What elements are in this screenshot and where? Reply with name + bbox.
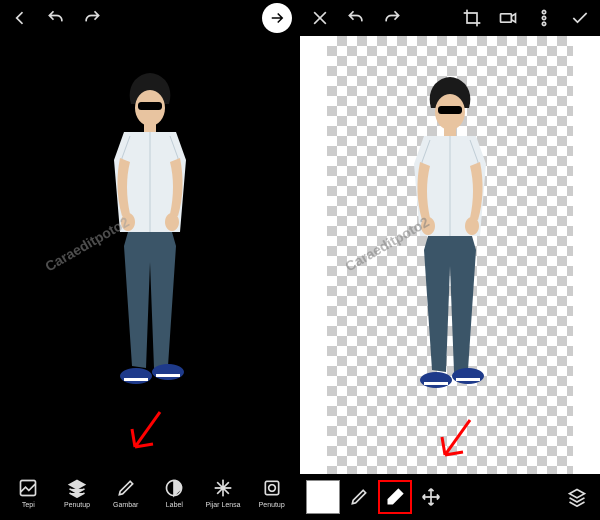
tool-label: Tepi bbox=[22, 502, 35, 509]
tool-brush[interactable] bbox=[342, 480, 376, 514]
next-button[interactable] bbox=[262, 3, 292, 33]
person-cutout bbox=[80, 72, 220, 412]
tool-label: Penutup bbox=[259, 502, 285, 509]
tool-move[interactable] bbox=[414, 480, 448, 514]
tool-tepi[interactable]: Tepi bbox=[4, 477, 53, 509]
brush-icon bbox=[115, 477, 137, 499]
tool-penutup-2[interactable]: Penutup bbox=[247, 477, 296, 509]
mask-icon bbox=[261, 477, 283, 499]
tool-label[interactable]: Label bbox=[150, 477, 199, 509]
person-cutout bbox=[380, 76, 520, 416]
topbar-left bbox=[0, 0, 300, 36]
tool-background[interactable] bbox=[306, 480, 340, 514]
confirm-icon[interactable] bbox=[568, 6, 592, 30]
tool-label: Gambar bbox=[113, 502, 138, 509]
back-icon[interactable] bbox=[8, 6, 32, 30]
tool-penutup[interactable]: Penutup bbox=[53, 477, 102, 509]
lens-flare-icon bbox=[212, 477, 234, 499]
tool-layers[interactable] bbox=[560, 480, 594, 514]
sticker-circle-icon bbox=[163, 477, 185, 499]
editor-pane-left: Caraeditpoto2 Tepi Penutup Gambar Label … bbox=[0, 0, 300, 520]
tool-gambar[interactable]: Gambar bbox=[101, 477, 150, 509]
crop-icon[interactable] bbox=[460, 6, 484, 30]
editor-pane-right: Caraeditpoto2 bbox=[300, 0, 600, 520]
undo-icon[interactable] bbox=[44, 6, 68, 30]
close-icon[interactable] bbox=[308, 6, 332, 30]
toolbar-right bbox=[300, 474, 600, 520]
video-icon[interactable] bbox=[496, 6, 520, 30]
canvas-right[interactable]: Caraeditpoto2 bbox=[300, 36, 600, 474]
redo-icon[interactable] bbox=[380, 6, 404, 30]
redo-icon[interactable] bbox=[80, 6, 104, 30]
topbar-right bbox=[300, 0, 600, 36]
more-icon[interactable] bbox=[532, 6, 556, 30]
canvas-left[interactable]: Caraeditpoto2 bbox=[0, 36, 300, 466]
layers-icon bbox=[66, 477, 88, 499]
undo-icon[interactable] bbox=[344, 6, 368, 30]
tool-label: Label bbox=[166, 502, 183, 509]
toolbar-left: Tepi Penutup Gambar Label Pijar Lensa Pe… bbox=[0, 466, 300, 520]
tool-label: Penutup bbox=[64, 502, 90, 509]
tool-pijar-lensa[interactable]: Pijar Lensa bbox=[199, 477, 248, 509]
edge-icon bbox=[17, 477, 39, 499]
tool-eraser[interactable] bbox=[378, 480, 412, 514]
tutorial-arrow-left bbox=[120, 407, 170, 466]
tool-label: Pijar Lensa bbox=[206, 502, 241, 509]
